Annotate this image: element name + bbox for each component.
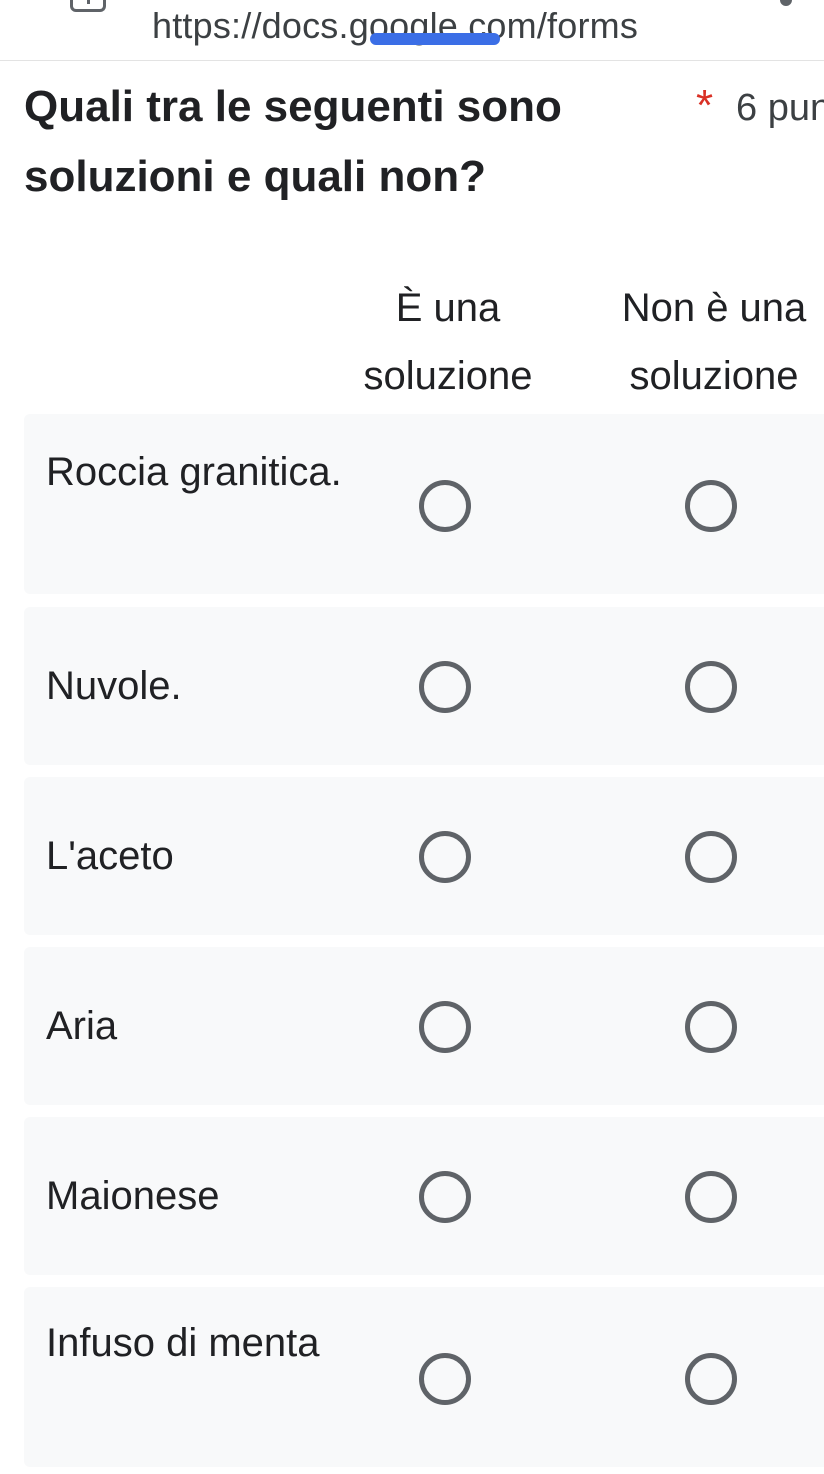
radio-not-solution[interactable] (685, 831, 737, 883)
row-label: Nuvole. (46, 664, 182, 708)
radio-is-solution[interactable] (419, 661, 471, 713)
row-label: Roccia granitica. (46, 450, 342, 494)
row-label: Aria (46, 1004, 118, 1048)
radio-is-solution[interactable] (419, 831, 471, 883)
grid-row-aria: Aria (24, 947, 824, 1105)
row-label: Maionese (46, 1174, 220, 1218)
required-indicator: * (696, 81, 714, 130)
radio-not-solution[interactable] (685, 1001, 737, 1053)
tab-switcher-icon[interactable] (70, 0, 106, 12)
question-title: Quali tra le seguenti sono soluzioni e q… (24, 82, 562, 201)
grid-row-maionese: Maionese (24, 1117, 824, 1275)
radio-is-solution[interactable] (419, 1001, 471, 1053)
radio-is-solution[interactable] (419, 1353, 471, 1405)
column-header-not-solution: Non è una soluzione (621, 286, 807, 398)
row-label: Infuso di menta (46, 1321, 320, 1365)
radio-not-solution[interactable] (685, 661, 737, 713)
column-header-is-solution: È una soluzione (363, 286, 533, 398)
radio-is-solution[interactable] (419, 1171, 471, 1223)
points-label: 6 pun (736, 87, 824, 129)
radio-not-solution[interactable] (685, 1353, 737, 1405)
radio-not-solution[interactable] (685, 480, 737, 532)
browser-url-bar[interactable]: https://docs.google.com/forms (0, 0, 824, 61)
radio-not-solution[interactable] (685, 1171, 737, 1223)
grid-row-aceto: L'aceto (24, 777, 824, 935)
share-icon[interactable] (764, 0, 804, 18)
grid-row-infuso: Infuso di menta (24, 1287, 824, 1467)
grid-row-nuvole: Nuvole. (24, 607, 824, 765)
redaction-mark (370, 33, 500, 45)
row-label: L'aceto (46, 834, 174, 878)
radio-is-solution[interactable] (419, 480, 471, 532)
grid-row-roccia: Roccia granitica. (24, 414, 824, 594)
